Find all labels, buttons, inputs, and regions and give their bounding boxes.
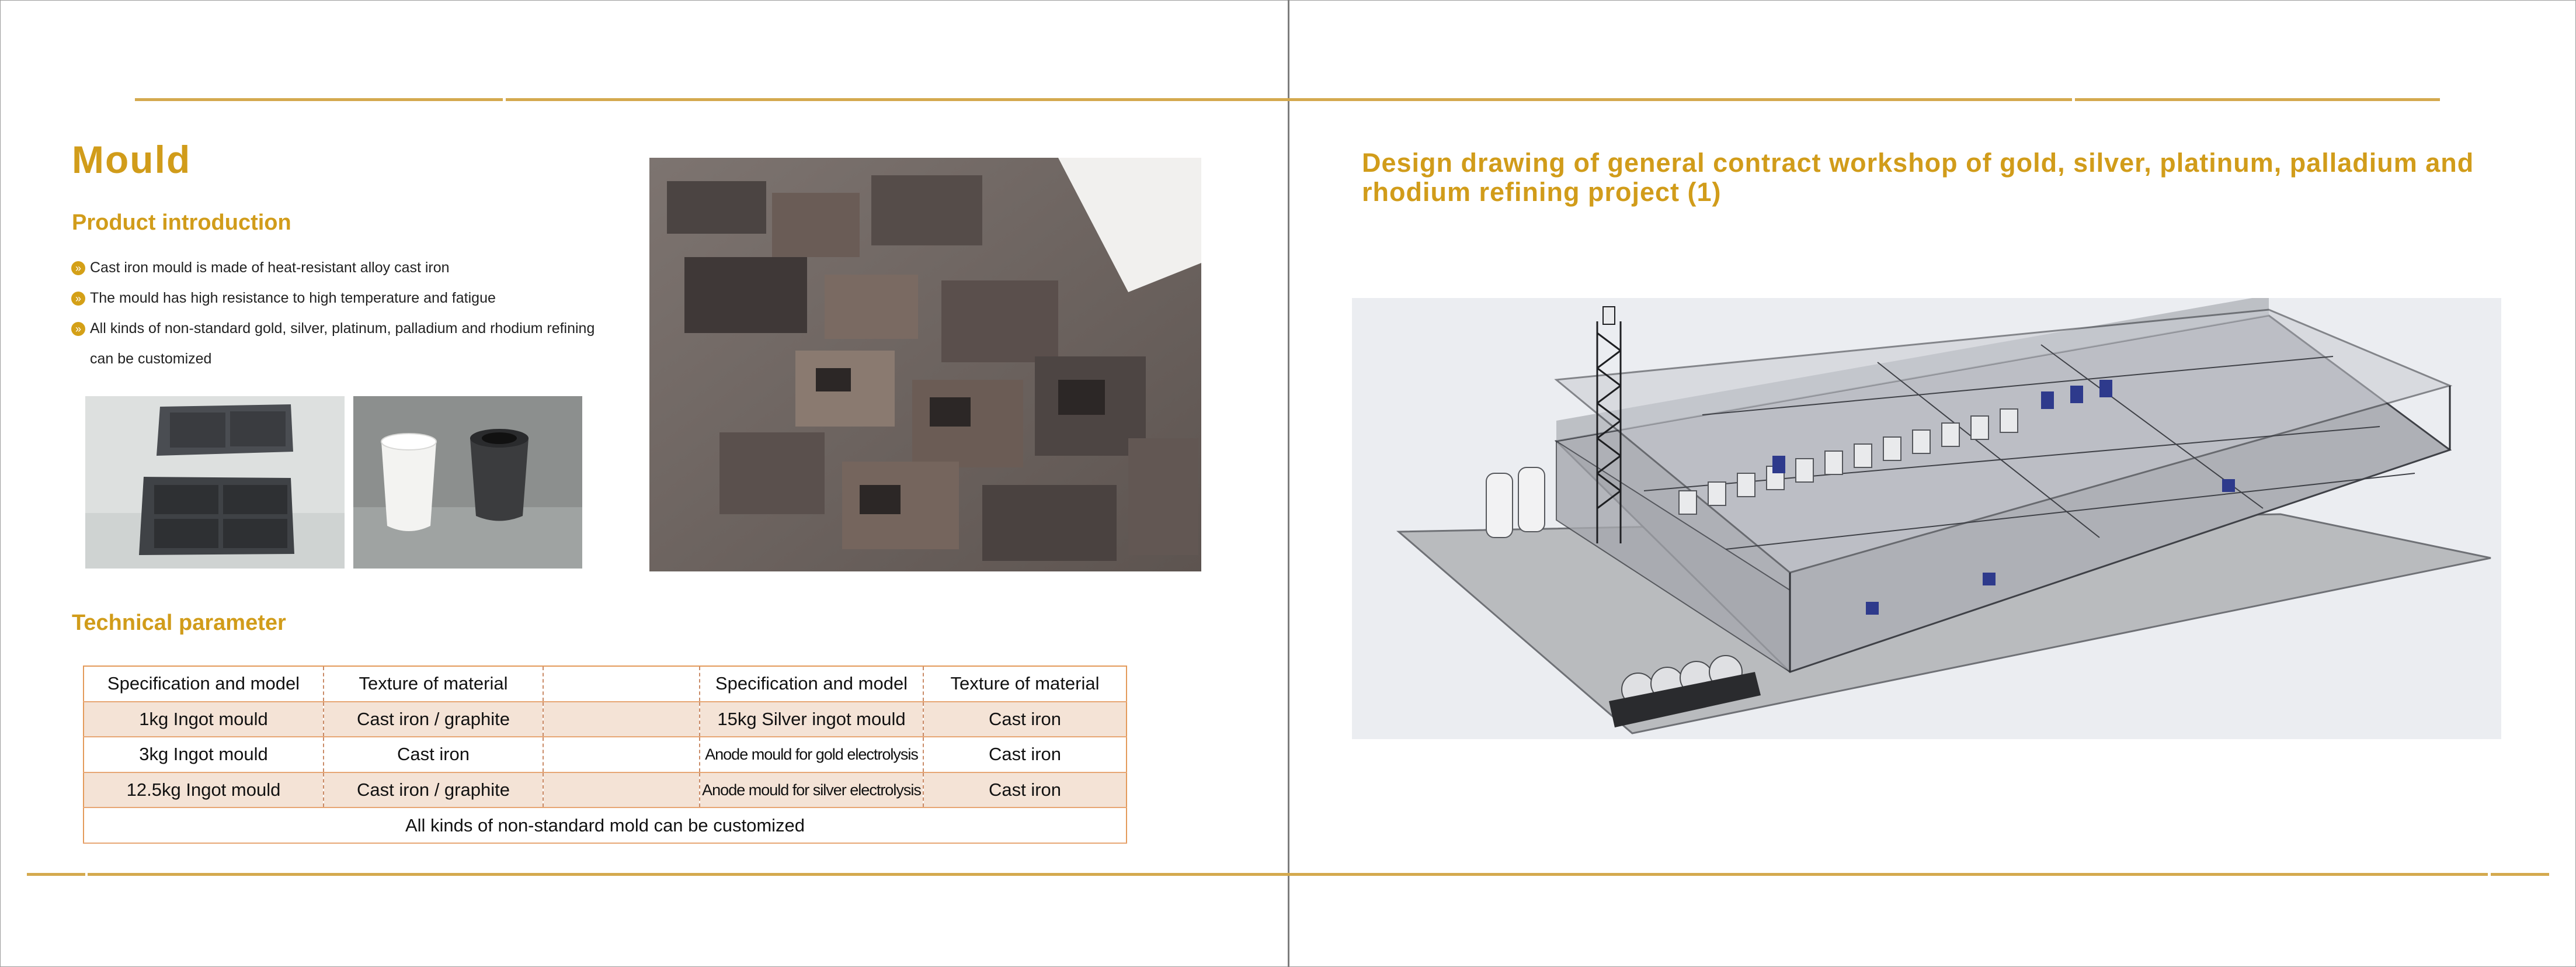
list-item: » All kinds of non-standard gold, silver… (70, 313, 613, 374)
top-rule-left (135, 98, 503, 101)
table-cell: Cast iron (323, 737, 544, 773)
table-cell: 12.5kg Ingot mould (83, 772, 324, 809)
table-cell: Cast iron / graphite (323, 772, 544, 809)
mould-stack-photo (649, 158, 1201, 571)
table-cell: Cast iron / graphite (323, 701, 544, 738)
design-drawing-title: Design drawing of general contract works… (1362, 148, 2474, 207)
header-cell: Texture of material (923, 666, 1127, 702)
table-cell (543, 701, 700, 738)
table-cell: Cast iron (923, 737, 1127, 773)
ingot-tray-photo (85, 396, 345, 569)
table-cell: Cast iron (923, 772, 1127, 809)
header-cell (543, 666, 700, 702)
header-cell: Specification and model (83, 666, 324, 702)
parameter-table: Specification and model Texture of mater… (83, 666, 1127, 844)
top-rule-right (2075, 98, 2440, 101)
bullet-arrow-icon: » (71, 322, 85, 336)
table-cell: Anode mould for gold electrolysis (699, 737, 924, 773)
crucible-photo (353, 396, 582, 569)
page-title: Mould (72, 138, 192, 181)
table-cell (543, 772, 700, 809)
workshop-3d-drawing (1352, 298, 2501, 739)
bullet-arrow-icon: » (71, 292, 85, 306)
top-rule-center (506, 98, 2072, 101)
product-intro-list: » Cast iron mould is made of heat-resist… (70, 252, 613, 374)
table-footer-note: All kinds of non-standard mold can be cu… (83, 807, 1127, 844)
bullet-arrow-icon: » (71, 261, 85, 275)
list-item: » Cast iron mould is made of heat-resist… (70, 252, 613, 283)
table-footer-row: All kinds of non-standard mold can be cu… (83, 807, 1127, 844)
bullet-text: Cast iron mould is made of heat-resistan… (90, 259, 450, 276)
product-intro-heading: Product introduction (72, 210, 291, 235)
technical-parameter-heading: Technical parameter (72, 611, 286, 635)
bullet-text: All kinds of non-standard gold, silver, … (90, 320, 595, 367)
header-cell: Texture of material (323, 666, 544, 702)
table-cell: 15kg Silver ingot mould (699, 701, 924, 738)
table-row: 1kg Ingot mould Cast iron / graphite 15k… (83, 701, 1127, 738)
table-header-row: Specification and model Texture of mater… (83, 666, 1127, 702)
bottom-rule-left (27, 873, 85, 876)
bottom-rule-right (2491, 873, 2549, 876)
table-cell: 3kg Ingot mould (83, 737, 324, 773)
table-cell: Anode mould for silver electrolysis (699, 772, 924, 809)
list-item: » The mould has high resistance to high … (70, 283, 613, 313)
table-cell (543, 737, 700, 773)
header-cell: Specification and model (699, 666, 924, 702)
table-cell: 1kg Ingot mould (83, 701, 324, 738)
table-cell: Cast iron (923, 701, 1127, 738)
bottom-rule-main (88, 873, 2488, 876)
bullet-text: The mould has high resistance to high te… (90, 290, 496, 306)
table-row: 12.5kg Ingot mould Cast iron / graphite … (83, 772, 1127, 809)
page-fold-divider (1288, 0, 1289, 967)
table-row: 3kg Ingot mould Cast iron Anode mould fo… (83, 737, 1127, 773)
